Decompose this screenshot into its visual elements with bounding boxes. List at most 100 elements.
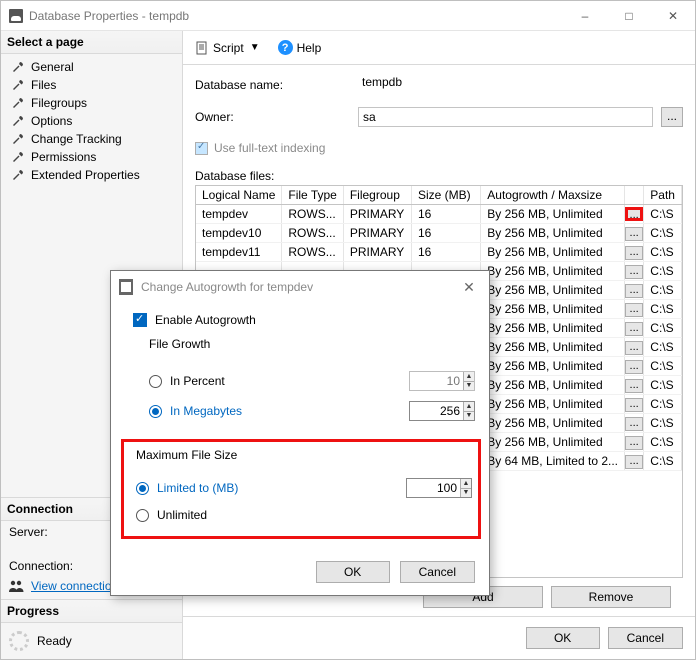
help-button[interactable]: ? Help [274, 38, 326, 57]
megabytes-input[interactable] [410, 402, 463, 420]
autogrowth-edit-button[interactable]: ... [625, 360, 643, 374]
sidebar-item-change-tracking[interactable]: Change Tracking [1, 130, 182, 148]
dialog-cancel-button[interactable]: Cancel [400, 561, 475, 583]
enable-autogrowth-label: Enable Autogrowth [155, 313, 256, 327]
autogrowth-edit-button[interactable]: ... [625, 284, 643, 298]
table-cell: C:\S [644, 319, 682, 338]
column-header[interactable]: Path [644, 186, 682, 205]
table-row[interactable]: tempdev10ROWS...PRIMARY16By 256 MB, Unli… [196, 224, 682, 243]
owner-input[interactable] [358, 107, 653, 127]
limited-radio[interactable]: Limited to (MB) ▲▼ [136, 478, 472, 498]
table-cell: 16 [412, 205, 481, 224]
enable-autogrowth-checkbox[interactable]: Enable Autogrowth [133, 313, 475, 327]
autogrowth-edit-button[interactable]: ... [625, 398, 643, 412]
unlimited-radio[interactable]: Unlimited [136, 508, 472, 522]
script-dropdown-icon[interactable]: ▼ [248, 42, 262, 53]
sidebar-item-label: Filegroups [31, 96, 87, 110]
script-label: Script [213, 41, 244, 55]
column-header[interactable]: Filegroup [343, 186, 411, 205]
table-cell: C:\S [644, 395, 682, 414]
ok-button[interactable]: OK [526, 627, 600, 649]
limited-input[interactable] [407, 479, 460, 497]
column-header[interactable]: File Type [282, 186, 343, 205]
table-row[interactable]: tempdev11ROWS...PRIMARY16By 256 MB, Unli… [196, 243, 682, 262]
sidebar-item-options[interactable]: Options [1, 112, 182, 130]
table-cell: C:\S [644, 414, 682, 433]
table-cell: C:\S [644, 205, 682, 224]
sidebar-item-general[interactable]: General [1, 58, 182, 76]
table-cell: ROWS... [282, 205, 343, 224]
autogrowth-edit-button[interactable]: ... [625, 322, 643, 336]
maximize-button[interactable]: □ [607, 1, 651, 31]
in-megabytes-radio[interactable]: In Megabytes ▲▼ [149, 401, 475, 421]
column-header[interactable] [625, 186, 644, 205]
limited-spinner[interactable]: ▲▼ [406, 478, 472, 498]
table-cell: tempdev11 [196, 243, 282, 262]
max-file-size-highlight: Maximum File Size Limited to (MB) ▲▼ Unl… [121, 439, 481, 539]
sidebar-item-permissions[interactable]: Permissions [1, 148, 182, 166]
limited-label: Limited to (MB) [157, 481, 238, 495]
autogrowth-edit-button[interactable]: ... [625, 246, 643, 260]
cancel-button[interactable]: Cancel [608, 627, 683, 649]
megabytes-spinner[interactable]: ▲▼ [409, 401, 475, 421]
column-header[interactable]: Autogrowth / Maxsize [481, 186, 625, 205]
view-connection-link[interactable]: View connectio [31, 579, 112, 593]
autogrowth-edit-button[interactable]: ... [625, 417, 643, 431]
column-header[interactable]: Logical Name [196, 186, 282, 205]
table-cell: By 256 MB, Unlimited [481, 300, 625, 319]
progress-header: Progress [1, 600, 182, 623]
autogrowth-edit-button[interactable]: ... [625, 303, 643, 317]
window-controls: – □ ✕ [563, 1, 695, 31]
in-percent-radio[interactable]: In Percent ▲▼ [149, 371, 475, 391]
autogrowth-edit-button[interactable]: ... [625, 436, 643, 450]
wrench-icon [11, 60, 25, 74]
table-cell: PRIMARY [343, 205, 411, 224]
radio-off-icon [136, 509, 149, 522]
autogrowth-edit-button[interactable]: ... [625, 227, 643, 241]
percent-input[interactable] [410, 372, 463, 390]
table-cell: C:\S [644, 224, 682, 243]
table-cell: PRIMARY [343, 224, 411, 243]
max-file-size-label: Maximum File Size [136, 448, 472, 462]
db-files-label: Database files: [195, 169, 683, 183]
table-cell: By 256 MB, Unlimited [481, 319, 625, 338]
sidebar-item-files[interactable]: Files [1, 76, 182, 94]
table-row[interactable]: tempdevROWS...PRIMARY16By 256 MB, Unlimi… [196, 205, 682, 224]
checkbox-icon [195, 142, 208, 155]
table-cell: ROWS... [282, 224, 343, 243]
autogrowth-edit-button[interactable]: ... [625, 207, 643, 221]
sidebar-item-extended-properties[interactable]: Extended Properties [1, 166, 182, 184]
titlebar: Database Properties - tempdb – □ ✕ [1, 1, 695, 31]
table-cell: By 256 MB, Unlimited [481, 224, 625, 243]
spinner-icon[interactable]: ▲▼ [460, 479, 471, 497]
close-button[interactable]: ✕ [651, 1, 695, 31]
db-icon [9, 9, 23, 23]
autogrowth-edit-button[interactable]: ... [625, 265, 643, 279]
dialog-close-button[interactable]: ✕ [457, 275, 481, 299]
dialog-titlebar: Change Autogrowth for tempdev ✕ [111, 271, 489, 303]
autogrowth-edit-button[interactable]: ... [625, 379, 643, 393]
remove-button[interactable]: Remove [551, 586, 671, 608]
radio-off-icon [149, 375, 162, 388]
progress-status: Ready [37, 634, 72, 648]
wrench-icon [11, 96, 25, 110]
percent-spinner[interactable]: ▲▼ [409, 371, 475, 391]
radio-on-icon [149, 405, 162, 418]
autogrowth-edit-button[interactable]: ... [625, 341, 643, 355]
help-label: Help [297, 41, 322, 55]
column-header[interactable]: Size (MB) [412, 186, 481, 205]
spinner-icon[interactable]: ▲▼ [463, 402, 474, 420]
autogrowth-edit-button[interactable]: ... [625, 455, 643, 469]
sidebar-item-filegroups[interactable]: Filegroups [1, 94, 182, 112]
radio-on-icon [136, 482, 149, 495]
dialog-ok-button[interactable]: OK [316, 561, 390, 583]
script-button[interactable]: Script ▼ [191, 39, 266, 57]
db-name-value: tempdb [358, 75, 683, 95]
in-percent-label: In Percent [170, 374, 225, 388]
minimize-button[interactable]: – [563, 1, 607, 31]
owner-browse-button[interactable]: ... [661, 107, 683, 127]
autogrowth-dialog: Change Autogrowth for tempdev ✕ Enable A… [110, 270, 490, 596]
spinner-icon[interactable]: ▲▼ [463, 372, 474, 390]
file-growth-group-label: File Growth [149, 337, 475, 351]
people-icon [9, 580, 25, 592]
